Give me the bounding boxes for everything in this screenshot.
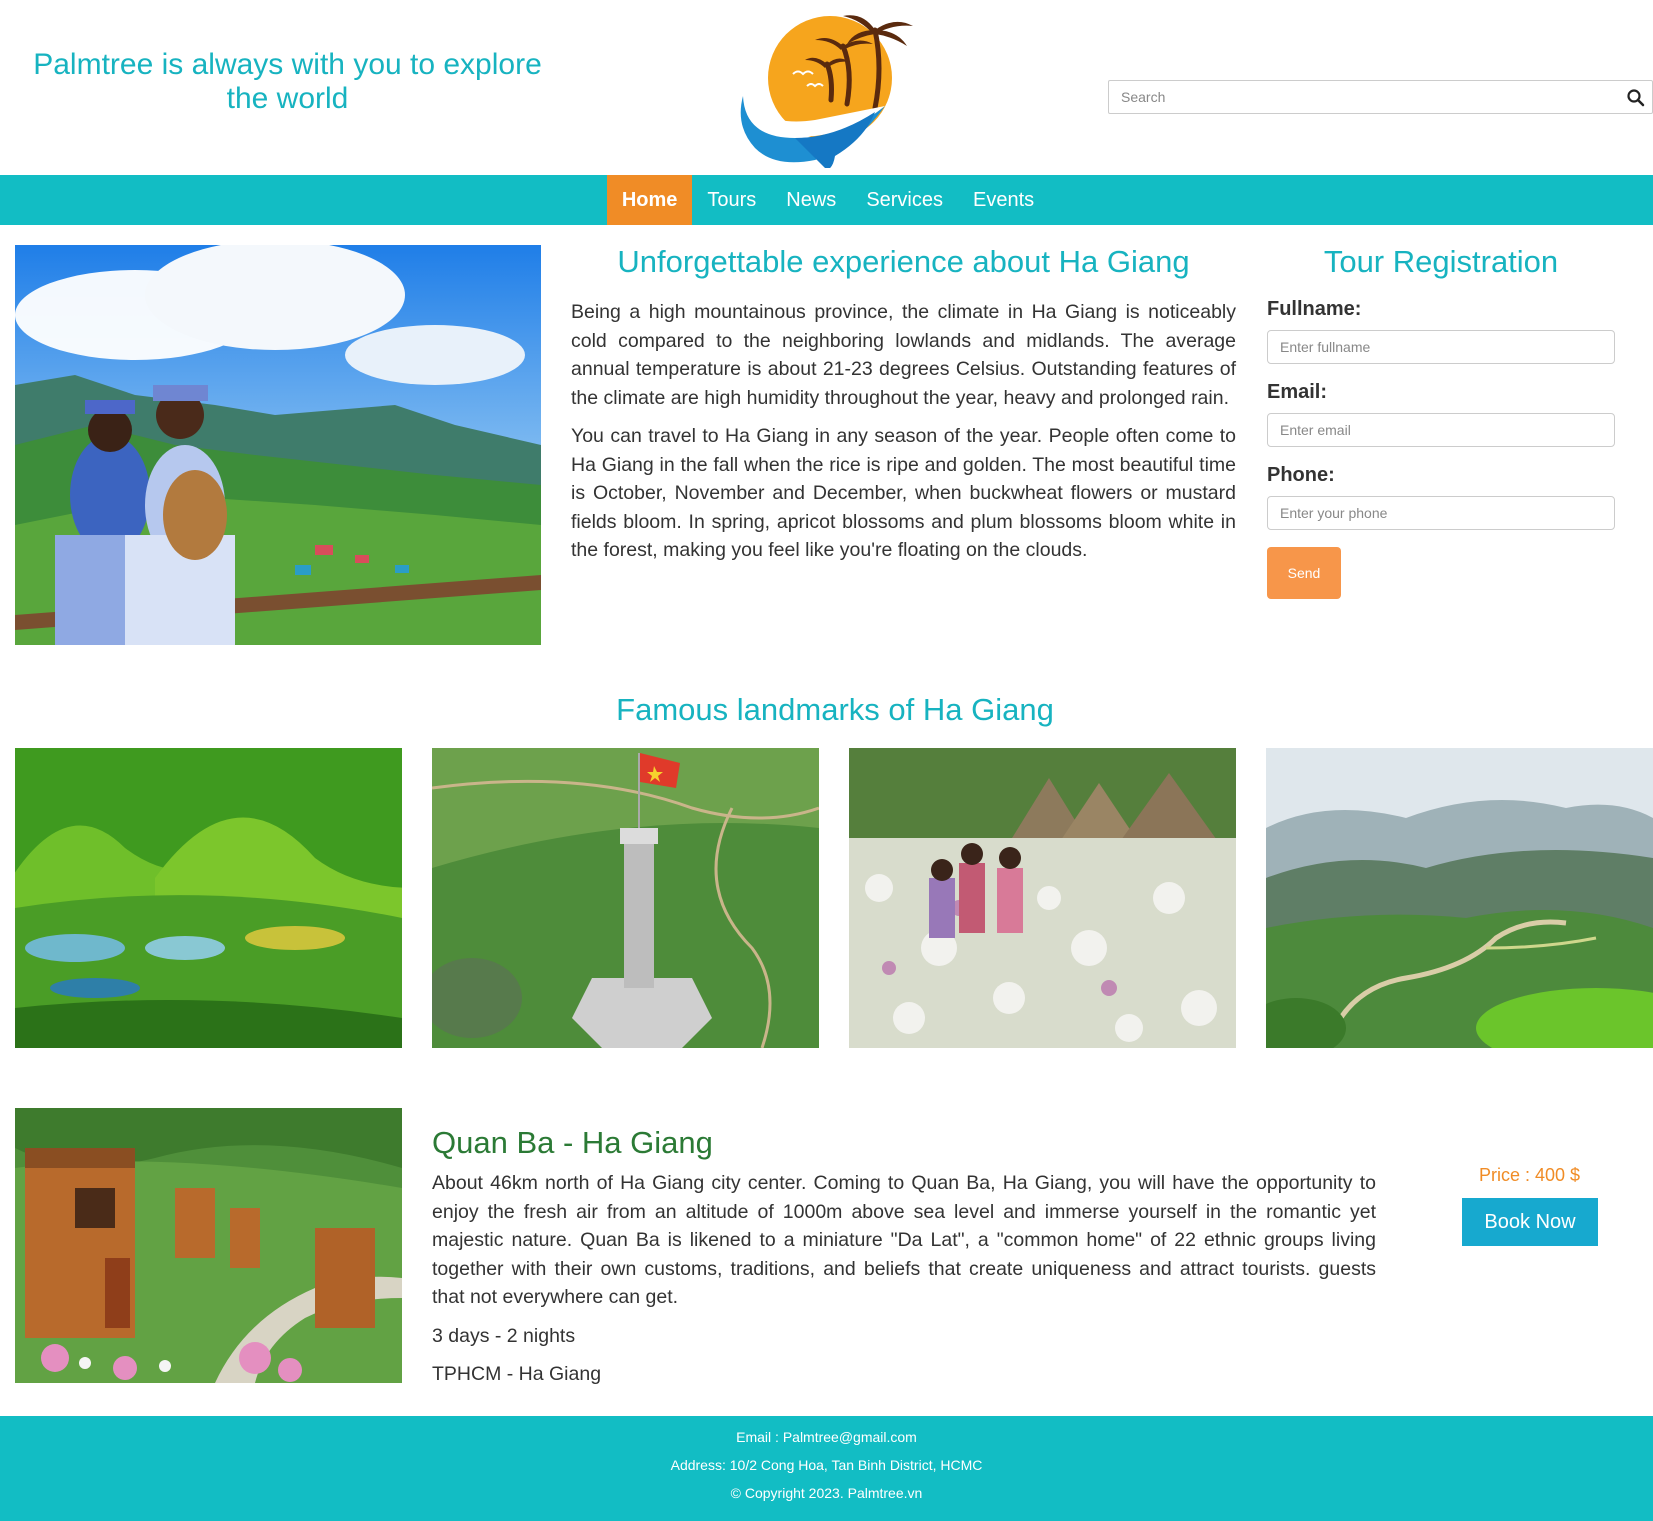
book-now-button[interactable]: Book Now [1462, 1198, 1598, 1246]
footer-copyright: © Copyright 2023. Palmtree.vn [730, 1485, 923, 1501]
fullname-field[interactable] [1267, 330, 1615, 364]
tour-details: Quan Ba - Ha Giang About 46km north of H… [432, 1125, 1376, 1398]
intro-paragraph: You can travel to Ha Giang in any season… [571, 425, 1236, 561]
tour-title[interactable]: Quan Ba - Ha Giang [432, 1125, 1376, 1161]
nav-news[interactable]: News [771, 175, 851, 225]
palmtree-logo-icon[interactable] [735, 8, 935, 168]
footer-email: Email : Palmtree@gmail.com [736, 1429, 917, 1445]
search-box [1108, 80, 1653, 114]
email-label: Email: [1267, 381, 1328, 403]
nav-events[interactable]: Events [958, 175, 1049, 225]
nav-tours[interactable]: Tours [692, 175, 771, 225]
nav-home[interactable]: Home [606, 175, 693, 225]
landmark-image-flag-tower [432, 748, 819, 1048]
site-tagline: Palmtree is always with you to explore t… [33, 48, 542, 115]
intro-section: Unforgettable experience about Ha Giang … [571, 245, 1236, 575]
tour-registration-form: Tour Registration Fullname: Email: Phone… [1267, 245, 1615, 599]
landmark-image-twin-mountains [15, 748, 402, 1048]
landmarks-title: Famous landmarks of Ha Giang [616, 692, 1054, 727]
send-button[interactable]: Send [1267, 547, 1341, 599]
fullname-label: Fullname: [1267, 298, 1362, 320]
intro-title: Unforgettable experience about Ha Giang [617, 244, 1190, 279]
ha-giang-hero-image [15, 245, 541, 645]
email-field[interactable] [1267, 413, 1615, 447]
landmark-image-mountain-road [1266, 748, 1653, 1048]
search-input[interactable] [1109, 81, 1609, 113]
phone-label: Phone: [1267, 464, 1335, 486]
tour-price: Price : 400 $ [1478, 1165, 1581, 1185]
tour-duration: 3 days - 2 nights [432, 1324, 576, 1347]
landmark-image-buckwheat-field [849, 748, 1236, 1048]
intro-paragraph: Being a high mountainous province, the c… [571, 301, 1236, 409]
tour-route: TPHCM - Ha Giang [432, 1362, 602, 1385]
phone-field[interactable] [1267, 496, 1615, 530]
main-navigation: Home Tours News Services Events [0, 175, 1653, 225]
site-footer: Email : Palmtree@gmail.com Address: 10/2… [0, 1416, 1653, 1521]
search-icon[interactable] [1626, 88, 1646, 108]
quan-ba-tour-image [15, 1108, 402, 1383]
site-header: Palmtree is always with you to explore t… [0, 0, 1653, 175]
nav-services[interactable]: Services [851, 175, 958, 225]
tour-description: About 46km north of Ha Giang city center… [432, 1172, 1376, 1308]
footer-address: Address: 10/2 Cong Hoa, Tan Binh Distric… [670, 1457, 983, 1473]
registration-title: Tour Registration [1323, 244, 1559, 279]
